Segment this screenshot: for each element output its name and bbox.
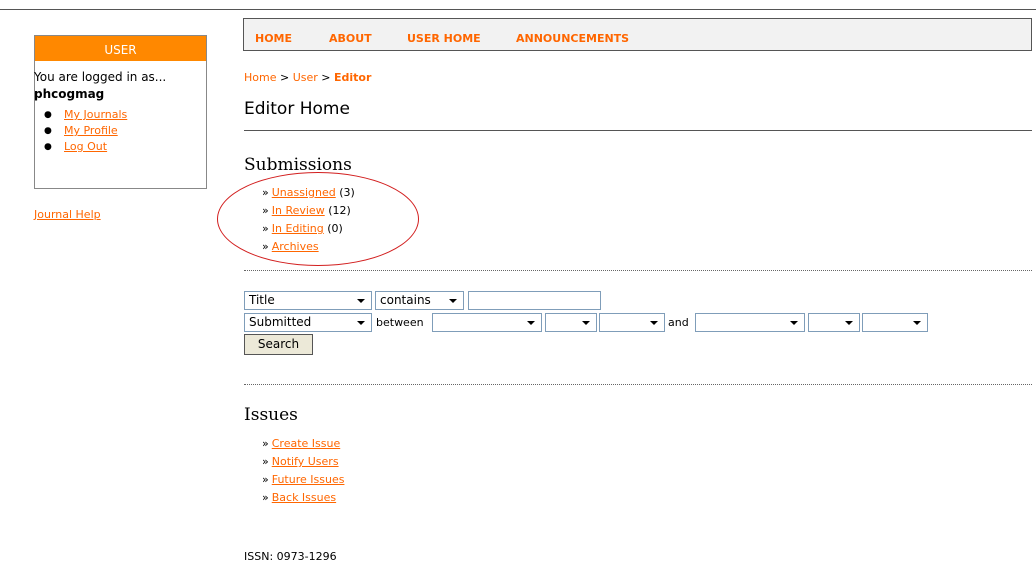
notify-users-link[interactable]: Notify Users [272, 455, 339, 468]
breadcrumb-user[interactable]: User [293, 71, 318, 84]
issn-text: ISSN: 0973-1296 [244, 550, 337, 563]
chevron-down-icon [527, 321, 535, 325]
to-day-select[interactable] [808, 313, 860, 332]
my-journals-link[interactable]: My Journals [64, 108, 127, 121]
to-year-select[interactable] [862, 313, 928, 332]
chevron-down-icon [790, 321, 798, 325]
annotation-circle [217, 172, 419, 266]
username: phcogmag [34, 87, 105, 101]
chevron-down-icon [913, 321, 921, 325]
issues-heading: Issues [244, 405, 298, 425]
nav-user-home[interactable]: USER HOME [407, 32, 481, 45]
breadcrumb-separator: > [279, 71, 290, 84]
title-divider [244, 130, 1032, 131]
list-item: » Notify Users [262, 454, 344, 472]
match-type-select[interactable]: contains [375, 291, 464, 310]
chevron-down-icon [650, 321, 658, 325]
from-year-select[interactable] [599, 313, 665, 332]
user-links: My Journals My Profile Log Out [44, 107, 127, 155]
back-issues-link[interactable]: Back Issues [272, 491, 336, 504]
nav-about[interactable]: ABOUT [329, 32, 372, 45]
logged-in-text: You are logged in as... [34, 70, 167, 84]
list-item: Log Out [44, 139, 127, 155]
future-issues-link[interactable]: Future Issues [272, 473, 345, 486]
chevron-down-icon [449, 299, 457, 303]
arrow-icon: » [262, 491, 269, 504]
page-title: Editor Home [244, 99, 350, 119]
list-item: » Future Issues [262, 472, 344, 490]
from-month-select[interactable] [432, 313, 542, 332]
log-out-link[interactable]: Log Out [64, 140, 107, 153]
journal-help-link[interactable]: Journal Help [34, 208, 101, 221]
search-button[interactable]: Search [244, 334, 313, 355]
chevron-down-icon [357, 321, 365, 325]
issues-list: » Create Issue » Notify Users » Future Issu… [262, 436, 344, 508]
section-divider [244, 270, 1032, 271]
from-day-select[interactable] [545, 313, 597, 332]
nav-announcements[interactable]: ANNOUNCEMENTS [516, 32, 629, 45]
top-border [0, 9, 1036, 10]
create-issue-link[interactable]: Create Issue [272, 437, 341, 450]
breadcrumb-current: Editor [334, 71, 372, 84]
breadcrumb-separator: > [321, 71, 331, 84]
search-input[interactable] [468, 291, 601, 310]
list-item: » Back Issues [262, 490, 344, 508]
arrow-icon: » [262, 473, 269, 486]
my-profile-link[interactable]: My Profile [64, 124, 118, 137]
chevron-down-icon [845, 321, 853, 325]
and-label: and [668, 316, 689, 329]
top-nav: HOME ABOUT USER HOME ANNOUNCEMENTS [243, 18, 1032, 51]
list-item: » Create Issue [262, 436, 344, 454]
nav-home[interactable]: HOME [255, 32, 292, 45]
breadcrumb: Home > User > Editor [244, 71, 371, 84]
list-item: My Journals [44, 107, 127, 123]
date-field-select[interactable]: Submitted [244, 313, 372, 332]
section-divider [244, 384, 1032, 385]
user-block-header: USER [35, 36, 206, 61]
arrow-icon: » [262, 455, 269, 468]
arrow-icon: » [262, 437, 269, 450]
chevron-down-icon [582, 321, 590, 325]
between-label: between [376, 316, 424, 329]
list-item: My Profile [44, 123, 127, 139]
breadcrumb-home[interactable]: Home [244, 71, 276, 84]
to-month-select[interactable] [695, 313, 805, 332]
chevron-down-icon [357, 299, 365, 303]
search-field-select[interactable]: Title [244, 291, 372, 310]
